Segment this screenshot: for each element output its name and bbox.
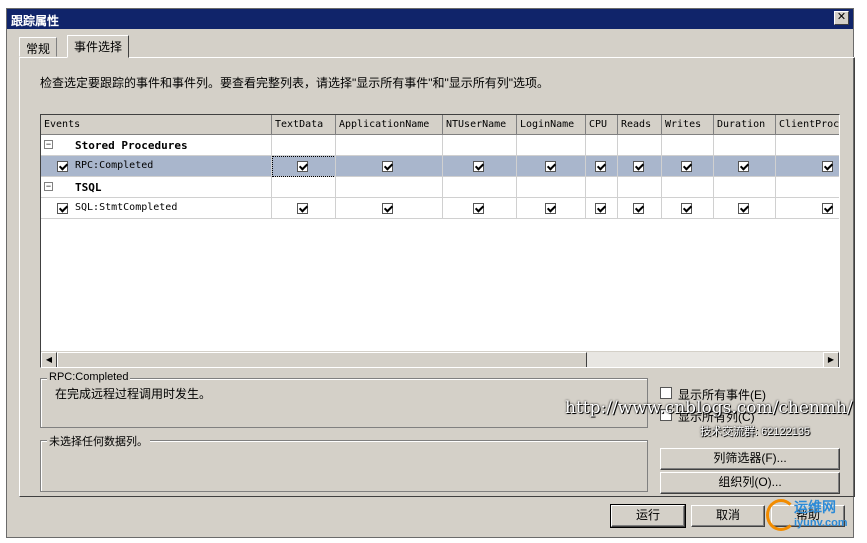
column-divider [585, 135, 586, 219]
event-checkbox[interactable] [57, 161, 68, 172]
column-divider [516, 135, 517, 219]
scroll-left-icon[interactable]: ◀ [41, 352, 57, 367]
column-header-clientproc[interactable]: ClientProc [776, 115, 839, 135]
clientproc-checkbox[interactable] [822, 203, 833, 214]
tab-general[interactable]: 常规 [19, 37, 58, 57]
column-header-textdata[interactable]: TextData [272, 115, 336, 135]
logo-line2: iyunv.com [794, 517, 848, 529]
column-description-title: 未选择任何数据列。 [47, 433, 150, 449]
window-title: 跟踪属性 [11, 14, 60, 28]
event-description-text: 在完成远程过程调用时发生。 [55, 387, 212, 401]
event-row-sql-stmtcompleted[interactable]: SQL:StmtCompleted [41, 198, 839, 219]
close-button[interactable]: ✕ [834, 11, 849, 25]
category-label: Stored Procedures [75, 139, 188, 152]
horizontal-scrollbar[interactable]: ◀ ▶ [41, 351, 839, 367]
column-divider [335, 135, 336, 219]
clientproc-checkbox[interactable] [822, 161, 833, 172]
event-row-rpc-completed[interactable]: RPC:Completed [41, 156, 839, 177]
event-label: RPC:Completed [75, 160, 154, 171]
loginname-checkbox[interactable] [545, 161, 556, 172]
category-label: TSQL [75, 181, 102, 194]
reads-checkbox[interactable] [633, 203, 644, 214]
column-divider [271, 135, 272, 219]
run-button[interactable]: 运行 [610, 504, 686, 528]
textdata-checkbox[interactable] [297, 203, 308, 214]
loginname-checkbox[interactable] [545, 203, 556, 214]
cpu-checkbox[interactable] [595, 161, 606, 172]
event-description-box: RPC:Completed 在完成远程过程调用时发生。 [40, 371, 648, 428]
watermark-group: 技术交流群: 62122135 [700, 426, 811, 438]
column-header-events[interactable]: Events [41, 115, 272, 135]
writes-checkbox[interactable] [681, 203, 692, 214]
site-logo: 运维网 iyunv.com [766, 497, 856, 537]
column-divider [713, 135, 714, 219]
logo-line1: 运维网 [794, 499, 836, 515]
events-grid-body: Events TextData ApplicationName NTUserNa… [41, 115, 839, 351]
scroll-thumb[interactable] [57, 352, 587, 367]
column-header-ntusername[interactable]: NTUserName [443, 115, 517, 135]
textdata-checkbox[interactable] [297, 161, 308, 172]
ntusername-checkbox[interactable] [473, 203, 484, 214]
organize-columns-button[interactable]: 组织列(O)... [660, 472, 840, 494]
collapse-icon[interactable]: − [44, 182, 53, 191]
event-checkbox[interactable] [57, 203, 68, 214]
column-header-reads[interactable]: Reads [618, 115, 662, 135]
category-row-tsql[interactable]: − TSQL [41, 177, 839, 198]
logo-swirl-icon [766, 499, 796, 531]
column-header-loginname[interactable]: LoginName [517, 115, 586, 135]
reads-checkbox[interactable] [633, 161, 644, 172]
tab-events-selection[interactable]: 事件选择 [67, 35, 130, 58]
column-header-applicationname[interactable]: ApplicationName [336, 115, 443, 135]
event-label: SQL:StmtCompleted [75, 202, 178, 213]
watermark-url: http://www.cnblogs.com/chenmh/ [565, 398, 853, 418]
writes-checkbox[interactable] [681, 161, 692, 172]
duration-checkbox[interactable] [738, 203, 749, 214]
applicationname-checkbox[interactable] [382, 161, 393, 172]
column-header-cpu[interactable]: CPU [586, 115, 618, 135]
scroll-right-icon[interactable]: ▶ [823, 352, 839, 367]
ntusername-checkbox[interactable] [473, 161, 484, 172]
column-divider [617, 135, 618, 219]
cancel-button[interactable]: 取消 [691, 505, 765, 527]
column-divider [661, 135, 662, 219]
collapse-icon[interactable]: − [44, 140, 53, 149]
cpu-checkbox[interactable] [595, 203, 606, 214]
trace-properties-dialog: 跟踪属性 ✕ 常规 事件选择 检查选定要跟踪的事件和事件列。要查看完整列表，请选… [6, 8, 855, 538]
event-description-title: RPC:Completed [47, 371, 131, 383]
instruction-text: 检查选定要跟踪的事件和事件列。要查看完整列表，请选择"显示所有事件"和"显示所有… [40, 76, 550, 90]
column-divider [775, 135, 776, 219]
title-bar: 跟踪属性 ✕ [7, 9, 853, 29]
column-filters-button[interactable]: 列筛选器(F)... [660, 448, 840, 470]
column-header-writes[interactable]: Writes [662, 115, 714, 135]
column-header-duration[interactable]: Duration [714, 115, 776, 135]
applicationname-checkbox[interactable] [382, 203, 393, 214]
category-row-stored-procedures[interactable]: − Stored Procedures [41, 135, 839, 156]
column-description-box: 未选择任何数据列。 [40, 433, 648, 492]
duration-checkbox[interactable] [738, 161, 749, 172]
events-grid[interactable]: Events TextData ApplicationName NTUserNa… [40, 114, 840, 368]
column-divider [442, 135, 443, 219]
